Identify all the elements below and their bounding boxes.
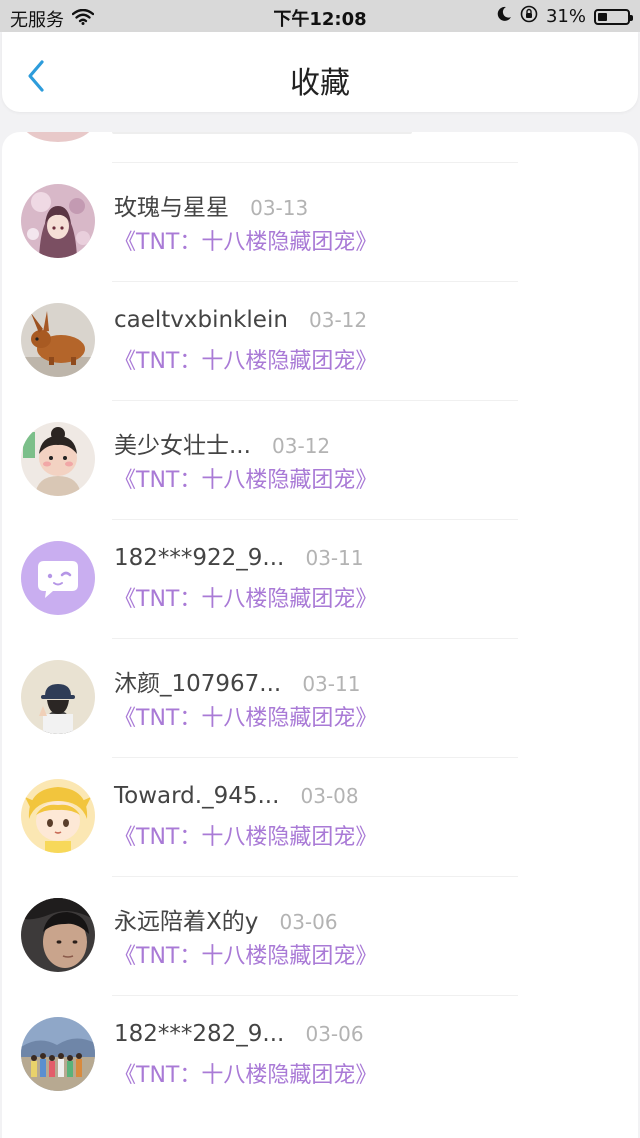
favorite-date: 03-12 [309,308,368,332]
favorite-date: 03-12 [272,434,331,458]
favorite-date: 03-13 [250,196,309,220]
avatar [22,132,94,142]
user-name: 美少女壮士... [114,433,251,459]
moon-icon [496,6,512,27]
book-title-link[interactable]: 《TNT：十八楼隐藏团宠》 [114,462,377,494]
name-row: 永远陪着X的y 03-06 [114,902,338,936]
book-title-link[interactable]: 《TNT：十八楼隐藏团宠》 [114,224,377,256]
user-name: Toward._945... [114,783,280,809]
favorite-date: 03-06 [279,910,338,934]
list-item[interactable]: 沐颜_107967... 03-11 《TNT：十八楼隐藏团宠》 [2,638,638,757]
name-row: 182***922_9... 03-11 [114,545,364,571]
favorites-list[interactable]: 玫瑰与星星 03-13 《TNT：十八楼隐藏团宠》 caeltvxbinklei… [2,132,638,1138]
name-row: caeltvxbinklein 03-12 [114,307,367,333]
cartoon-boy-avatar[interactable] [21,779,95,853]
battery-level [598,12,607,21]
default-chat-avatar[interactable] [21,541,95,615]
status-bar: 无服务 下午12:08 31% [0,0,640,32]
user-name: 沐颜_107967... [114,671,282,697]
user-name: 182***282_9... [114,1021,285,1047]
favorite-date: 03-11 [302,672,361,696]
list-item[interactable]: 182***922_9... 03-11 《TNT：十八楼隐藏团宠》 [2,519,638,638]
list-item[interactable]: 玫瑰与星星 03-13 《TNT：十八楼隐藏团宠》 [2,162,638,281]
divider [112,757,518,758]
divider [112,519,518,520]
battery-percent: 31% [545,6,586,27]
navigation-bar: 收藏 [2,32,638,112]
book-title-link[interactable]: 《TNT：十八楼隐藏团宠》 [114,581,377,613]
page-title: 收藏 [290,66,350,101]
child-photo-avatar[interactable] [21,422,95,496]
favorite-date: 03-08 [300,784,359,808]
favorite-date: 03-06 [305,1022,364,1046]
user-name: 玫瑰与星星 [114,195,229,221]
anime-girl-avatar[interactable] [21,184,95,258]
person-photo-avatar[interactable] [21,898,95,972]
battery-icon [594,8,633,25]
user-name: caeltvxbinklein [114,307,288,333]
name-row: Toward._945... 03-08 [114,783,359,809]
divider [112,995,518,996]
name-row: 182***282_9... 03-06 [114,1021,364,1047]
divider [112,638,518,639]
user-name: 182***922_9... [114,545,285,571]
divider [112,281,518,282]
book-title-link[interactable]: 《TNT：十八楼隐藏团宠》 [114,1057,377,1089]
hat-girl-avatar[interactable] [21,660,95,734]
orientation-lock-icon [520,5,538,28]
name-row: 沐颜_107967... 03-11 [114,664,360,698]
divider [112,876,518,877]
book-title-link[interactable]: 《TNT：十八楼隐藏团宠》 [114,343,377,375]
book-title-link[interactable]: 《TNT：十八楼隐藏团宠》 [114,700,377,732]
list-item[interactable]: caeltvxbinklein 03-12 《TNT：十八楼隐藏团宠》 [2,281,638,400]
divider [112,400,518,401]
list-item[interactable]: Toward._945... 03-08 《TNT：十八楼隐藏团宠》 [2,757,638,876]
group-photo-avatar[interactable] [21,1017,95,1091]
partial-list-item [2,132,638,164]
divider [112,162,518,163]
user-name: 永远陪着X的y [114,909,259,935]
status-right: 31% [496,5,633,28]
list-item[interactable]: 永远陪着X的y 03-06 《TNT：十八楼隐藏团宠》 [2,876,638,995]
name-row: 玫瑰与星星 03-13 [114,188,308,222]
rabbit-figurine-avatar[interactable] [21,303,95,377]
list-item[interactable]: 美少女壮士... 03-12 《TNT：十八楼隐藏团宠》 [2,400,638,519]
book-title-link[interactable]: 《TNT：十八楼隐藏团宠》 [114,938,377,970]
partial-text [112,132,412,134]
list-item[interactable]: 182***282_9... 03-06 《TNT：十八楼隐藏团宠》 [2,995,638,1114]
book-title-link[interactable]: 《TNT：十八楼隐藏团宠》 [114,819,377,851]
favorite-date: 03-11 [305,546,364,570]
name-row: 美少女壮士... 03-12 [114,426,330,460]
